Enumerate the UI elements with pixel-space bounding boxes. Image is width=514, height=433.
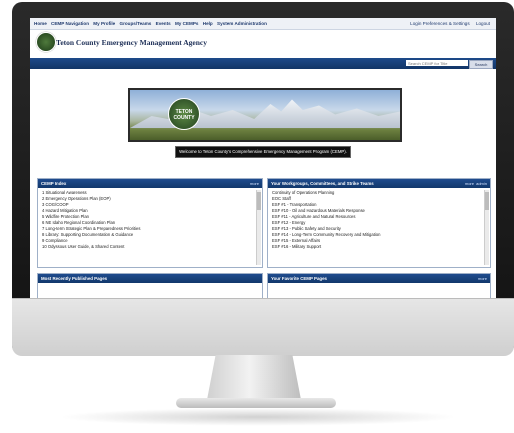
nav-home[interactable]: Home: [34, 21, 47, 26]
monitor-chin: [12, 298, 514, 356]
workgroups-panel: Your Workgroups, Committees, and Strike …: [267, 178, 491, 268]
nav-my-cemps[interactable]: My CEMPs: [175, 21, 199, 26]
search-input[interactable]: [406, 60, 468, 66]
monitor-shadow: [58, 408, 458, 426]
user-menu: Login Preferences & Settings Logout: [405, 21, 490, 26]
site-title[interactable]: Teton County Emergency Management Agency: [56, 38, 207, 47]
top-navigation: Home CEMP Navigation My Profile Groups/T…: [30, 18, 496, 30]
workgroups-admin-link[interactable]: admin: [476, 179, 487, 188]
site-header: Teton County Emergency Management Agency: [36, 32, 336, 56]
hero-banner-image: TETON COUNTY: [128, 88, 402, 142]
list-item[interactable]: ESF #16 - Military Support: [272, 244, 486, 250]
workgroups-more-link[interactable]: more: [465, 179, 474, 188]
search-bar: Search: [30, 58, 496, 69]
nav-system-administration[interactable]: System Administration: [217, 21, 267, 26]
list-item[interactable]: 10 Odyssous User Guide, & Shared Content: [42, 244, 258, 250]
favorite-pages-more-link[interactable]: more: [478, 274, 487, 283]
county-seal-icon: TETON COUNTY: [168, 98, 200, 130]
monitor-base: [176, 398, 336, 408]
agency-logo-icon[interactable]: [36, 32, 56, 52]
seal-text: TETON COUNTY: [173, 109, 195, 121]
nav-my-profile[interactable]: My Profile: [93, 21, 115, 26]
recent-pages-panel: Most Recently Published Pages: [37, 273, 263, 298]
main-menu: Home CEMP Navigation My Profile Groups/T…: [34, 21, 270, 26]
nav-events[interactable]: Events: [156, 21, 171, 26]
welcome-message: Welcome to Teton County's Comprehensive …: [175, 146, 351, 158]
favorite-pages-header: Your Favorite CEMP Pages more: [268, 274, 490, 283]
login-preferences-link[interactable]: Login Preferences & Settings: [410, 21, 470, 26]
nav-help[interactable]: Help: [203, 21, 213, 26]
cemp-index-more-link[interactable]: more: [250, 179, 259, 188]
logout-link[interactable]: Logout: [476, 21, 490, 26]
cemp-index-panel: CEMP Index more 1 Situational Awareness …: [37, 178, 263, 268]
nav-groups-teams[interactable]: Groups/Teams: [120, 21, 152, 26]
workgroups-title: Your Workgroups, Committees, and Strike …: [271, 181, 374, 186]
workgroups-list: Continuity of Operations Planning EOC St…: [268, 188, 490, 252]
cemp-index-list: 1 Situational Awareness 2 Emergency Oper…: [38, 188, 262, 252]
cemp-index-scrollbar[interactable]: [256, 190, 261, 265]
search-button[interactable]: Search: [469, 60, 493, 69]
cemp-index-header: CEMP Index more: [38, 179, 262, 188]
cemp-index-title: CEMP Index: [41, 181, 67, 186]
nav-cemp-navigation[interactable]: CEMP Navigation: [51, 21, 89, 26]
favorite-pages-panel: Your Favorite CEMP Pages more: [267, 273, 491, 298]
recent-pages-header: Most Recently Published Pages: [38, 274, 262, 283]
recent-pages-title: Most Recently Published Pages: [41, 276, 108, 281]
browser-screen: Home CEMP Navigation My Profile Groups/T…: [30, 18, 496, 298]
workgroups-scrollbar[interactable]: [484, 190, 489, 265]
workgroups-header: Your Workgroups, Committees, and Strike …: [268, 179, 490, 188]
favorite-pages-title: Your Favorite CEMP Pages: [271, 276, 327, 281]
